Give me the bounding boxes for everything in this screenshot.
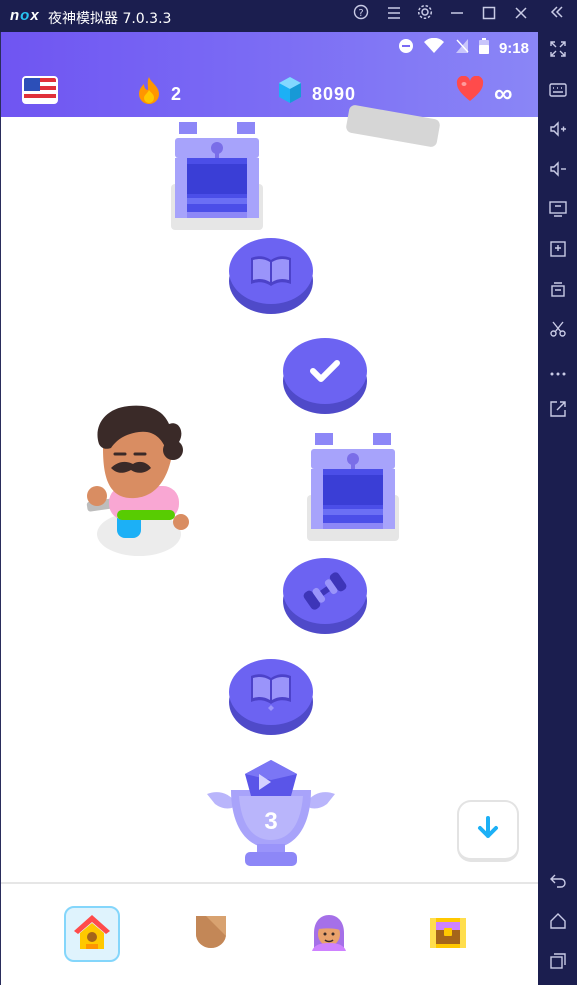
maximize-icon[interactable]: [478, 4, 500, 26]
apk-icon[interactable]: [546, 240, 570, 264]
tab-home[interactable]: [64, 906, 120, 962]
battery-icon: [478, 38, 489, 58]
flame-icon: [137, 76, 161, 112]
volume-down-icon[interactable]: [546, 160, 570, 184]
no-signal-icon: [455, 38, 469, 58]
course-flag[interactable]: [22, 76, 58, 104]
bottom-navigation: [1, 882, 538, 985]
minimize-icon[interactable]: [446, 4, 468, 26]
fullscreen-icon[interactable]: [546, 40, 570, 64]
book-icon: [229, 238, 313, 304]
help-icon[interactable]: ?: [350, 4, 372, 26]
scissors-icon[interactable]: [546, 320, 570, 344]
multi-instance-icon[interactable]: [546, 280, 570, 304]
wifi-icon: [424, 37, 445, 58]
nox-logo: nox: [10, 7, 40, 24]
treasure-chest[interactable]: [307, 433, 399, 541]
collapse-sidebar-icon[interactable]: [546, 4, 568, 26]
completed-lesson-node[interactable]: [283, 338, 367, 416]
emulator-window: nox 夜神模拟器 7.0.3.3 ? 9:18 2 8090 ∞ 3: [0, 0, 577, 985]
status-bar: 9:18: [392, 37, 529, 58]
tab-leagues[interactable]: [183, 906, 239, 962]
character-avatar: [81, 398, 201, 558]
checkmark-icon: [283, 338, 367, 404]
volume-up-icon[interactable]: [546, 120, 570, 144]
close-icon[interactable]: [510, 4, 532, 26]
tab-profile[interactable]: [301, 906, 357, 962]
emulator-sidebar: [538, 32, 577, 985]
do-not-disturb-icon: [398, 38, 414, 58]
settings-icon[interactable]: [414, 4, 436, 26]
unit-trophy[interactable]: 3: [203, 756, 339, 868]
book-icon: [229, 659, 313, 725]
svg-text:?: ?: [358, 8, 363, 19]
heart-icon: [456, 75, 484, 110]
trophy-level: 3: [264, 808, 278, 835]
streak-counter[interactable]: 2: [137, 76, 182, 104]
emulator-title-bar: nox 夜神模拟器 7.0.3.3 ?: [0, 0, 577, 32]
menu-icon[interactable]: [383, 4, 405, 26]
home-icon[interactable]: [546, 912, 570, 936]
app-screen: 9:18 2 8090 ∞ 3: [0, 32, 538, 985]
dumbbell-icon: [283, 558, 367, 624]
shop-chest-icon: [428, 914, 468, 955]
screen-icon[interactable]: [546, 200, 570, 224]
hearts-counter[interactable]: ∞: [456, 75, 514, 107]
practice-node[interactable]: [283, 558, 367, 636]
lesson-node[interactable]: [229, 238, 313, 316]
gem-icon: [278, 76, 302, 112]
window-title: 夜神模拟器 7.0.3.3: [48, 11, 172, 27]
recents-icon[interactable]: [546, 952, 570, 976]
export-icon[interactable]: [546, 400, 570, 424]
back-icon[interactable]: [546, 872, 570, 896]
app-header: 9:18 2 8090 ∞: [1, 32, 538, 117]
gems-counter[interactable]: 8090: [278, 76, 356, 104]
scroll-down-button[interactable]: [457, 800, 519, 862]
treasure-chest[interactable]: [171, 122, 263, 230]
league-shield-icon: [194, 914, 228, 955]
lesson-node[interactable]: [229, 659, 313, 737]
profile-avatar-icon: [308, 913, 350, 956]
more-icon[interactable]: [546, 360, 570, 384]
status-time: 9:18: [498, 39, 529, 57]
arrow-down-icon: [476, 815, 500, 846]
tab-shop[interactable]: [420, 906, 476, 962]
keyboard-icon[interactable]: [546, 80, 570, 104]
home-house-icon: [72, 913, 112, 956]
